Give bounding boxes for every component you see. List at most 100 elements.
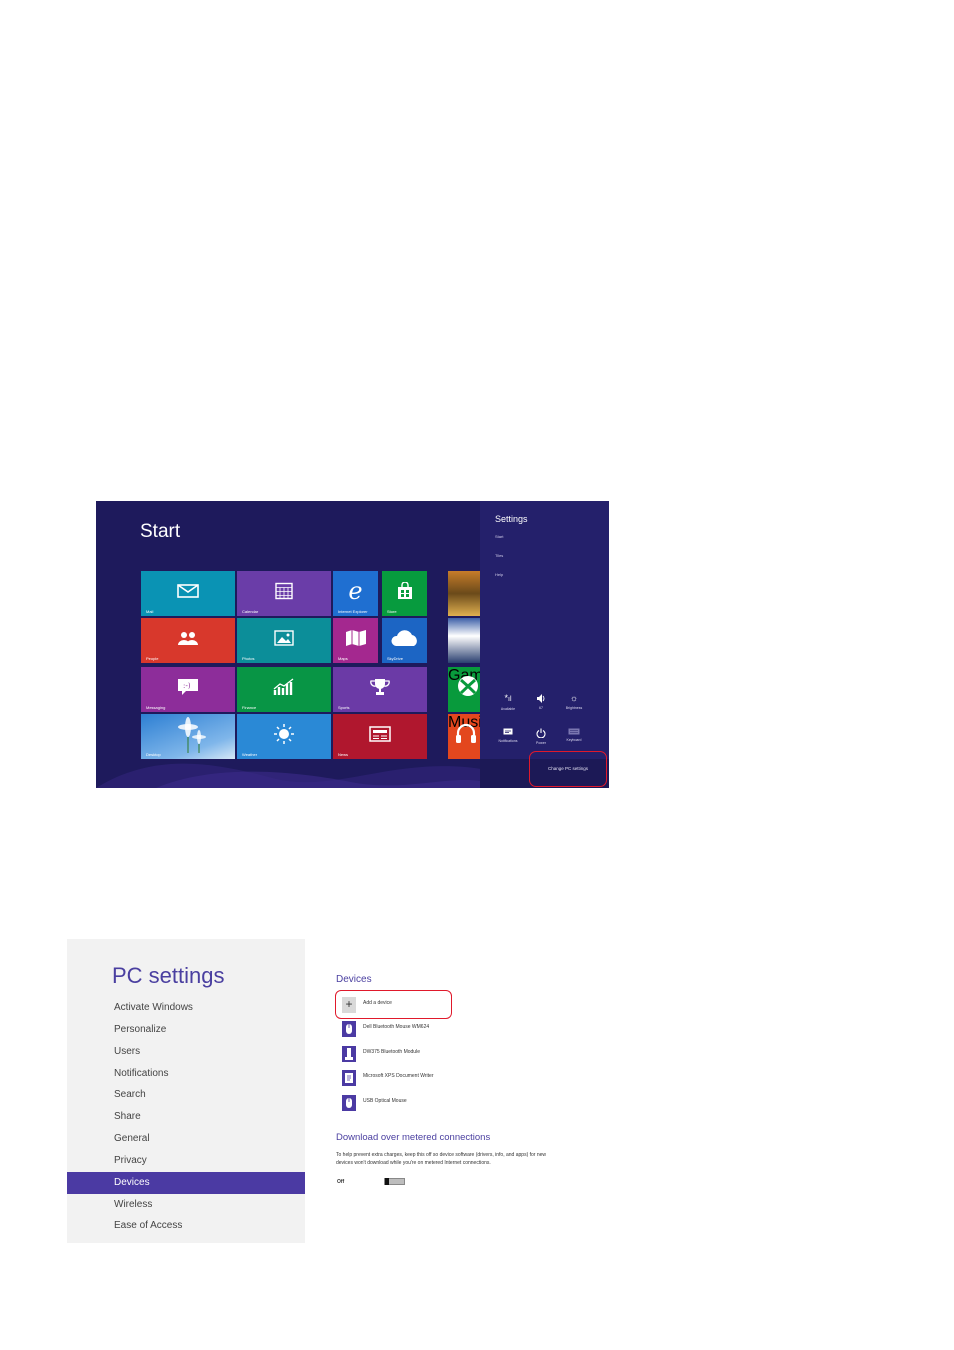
tile-label: People <box>146 656 159 661</box>
people-icon <box>178 631 198 645</box>
tile-music[interactable]: Music <box>448 714 490 759</box>
keyboard-label: Keyboard <box>566 738 582 742</box>
volume-icon <box>537 694 545 703</box>
brightness-label: Brightness <box>565 706 583 710</box>
notifications-icon <box>503 728 513 735</box>
power-icon <box>536 728 546 738</box>
sun-icon <box>274 723 294 744</box>
mouse-icon <box>342 1021 356 1037</box>
tile-skydrive[interactable]: SkyDrive <box>382 618 427 663</box>
charm-title: Settings <box>495 514 528 524</box>
nav-personalize[interactable]: Personalize <box>67 1019 305 1041</box>
download-metered-toggle[interactable] <box>384 1178 405 1185</box>
nav-label: Share <box>114 1111 141 1122</box>
tile-label: Maps <box>338 656 348 661</box>
nav-activate-windows[interactable]: Activate Windows <box>67 997 305 1019</box>
tile-label: Messaging <box>146 705 166 710</box>
nav-label: Notifications <box>114 1068 169 1079</box>
pc-settings-screenshot: PC settings Activate Windows Personalize… <box>67 939 557 1244</box>
nav-share[interactable]: Share <box>67 1106 305 1128</box>
highlight-change-pc-settings <box>529 751 607 787</box>
pc-settings-sidebar: PC settings Activate Windows Personalize… <box>67 939 305 1243</box>
printer-icon <box>342 1070 356 1086</box>
device-name: DW375 Bluetooth Module <box>363 1049 420 1055</box>
start-screen-screenshot: Start Mail Calendar e Internet Explorer … <box>96 501 609 788</box>
device-name: USB Optical Mouse <box>363 1098 407 1104</box>
tile-photo-partial[interactable] <box>448 571 480 616</box>
tile-news[interactable]: News <box>333 714 427 759</box>
download-metered-description: To help prevent extra charges, keep this… <box>336 1152 547 1166</box>
nav-ease-of-access[interactable]: Ease of Access <box>67 1215 305 1237</box>
tile-label: Photos <box>242 656 255 661</box>
tile-people[interactable]: People <box>141 618 235 663</box>
desktop-icon <box>178 716 206 753</box>
tile-label: Finance <box>242 705 257 710</box>
usb-icon <box>342 1046 356 1062</box>
nav-label: Ease of Access <box>114 1220 183 1231</box>
tile-photo-partial[interactable] <box>448 618 480 663</box>
svg-text::-): :-) <box>183 682 191 690</box>
photos-icon <box>274 630 294 646</box>
notifications-label: Notifications <box>498 739 518 743</box>
calendar-icon <box>275 582 293 599</box>
nav-label: Activate Windows <box>114 1002 193 1013</box>
tile-store[interactable]: Store <box>382 571 427 616</box>
tile-label: Internet Explorer <box>338 609 368 614</box>
power-button[interactable]: Power <box>526 728 556 745</box>
nav-label: Users <box>114 1046 141 1057</box>
device-name: Microsoft XPS Document Writer <box>363 1073 434 1079</box>
nav-search[interactable]: Search <box>67 1084 305 1106</box>
tile-messaging[interactable]: :-) Messaging <box>141 667 235 712</box>
nav-label: Devices <box>114 1177 150 1188</box>
nav-notifications[interactable]: Notifications <box>67 1063 305 1085</box>
charm-item-help[interactable]: Help <box>495 572 503 577</box>
headphones-icon <box>456 723 476 743</box>
tile-internet-explorer[interactable]: e Internet Explorer <box>333 571 378 616</box>
network-label: Available <box>500 707 516 711</box>
pc-settings-title: PC settings <box>112 963 225 988</box>
mail-icon <box>177 583 199 598</box>
tile-label: Sports <box>338 705 350 710</box>
tile-label: Mail <box>146 609 154 614</box>
internet-explorer-icon: e <box>348 576 363 605</box>
tile-weather[interactable]: Weather <box>237 714 331 759</box>
volume-button[interactable]: 67 <box>526 694 556 710</box>
finance-icon <box>273 678 294 695</box>
nav-general[interactable]: General <box>67 1128 305 1150</box>
tile-label: Weather <box>242 752 258 757</box>
maps-icon <box>345 629 366 646</box>
mouse-icon <box>342 1095 356 1111</box>
nav-privacy[interactable]: Privacy <box>67 1150 305 1172</box>
brightness-icon: ☼ <box>569 693 579 703</box>
keyboard-button[interactable]: Keyboard <box>559 728 589 742</box>
tile-label: SkyDrive <box>387 656 404 661</box>
tile-label: News <box>338 752 349 757</box>
charm-item-start[interactable]: Start <box>495 534 503 539</box>
nav-label: Wireless <box>114 1199 153 1210</box>
nav-users[interactable]: Users <box>67 1041 305 1063</box>
tile-games[interactable]: Games <box>448 667 500 712</box>
tile-label: Calendar <box>242 609 259 614</box>
device-name: Dell Bluetooth Mouse WM624 <box>363 1024 430 1030</box>
network-button[interactable]: *ıl Available <box>493 693 523 712</box>
toggle-thumb <box>385 1178 389 1185</box>
download-metered-heading: Download over metered connections <box>336 1132 491 1143</box>
brightness-button[interactable]: ☼ Brightness <box>559 693 589 711</box>
nav-devices[interactable]: Devices <box>67 1172 305 1194</box>
charm-item-tiles[interactable]: Tiles <box>495 553 503 558</box>
store-icon <box>397 581 412 599</box>
tile-sports[interactable]: Sports <box>333 667 427 712</box>
network-icon: *ıl <box>504 693 512 704</box>
tile-maps[interactable]: Maps <box>333 618 378 663</box>
tile-mail[interactable]: Mail <box>141 571 235 616</box>
tile-finance[interactable]: Finance <box>237 667 331 712</box>
messaging-icon: :-) <box>178 678 198 695</box>
trophy-icon <box>370 678 390 695</box>
nav-label: Privacy <box>114 1155 147 1166</box>
nav-wireless[interactable]: Wireless <box>67 1194 305 1216</box>
tile-desktop[interactable]: Desktop <box>141 714 235 759</box>
tile-photos[interactable]: Photos <box>237 618 331 663</box>
notifications-button[interactable]: Notifications <box>493 728 523 743</box>
tile-calendar[interactable]: Calendar <box>237 571 331 616</box>
nav-label: General <box>114 1133 150 1144</box>
